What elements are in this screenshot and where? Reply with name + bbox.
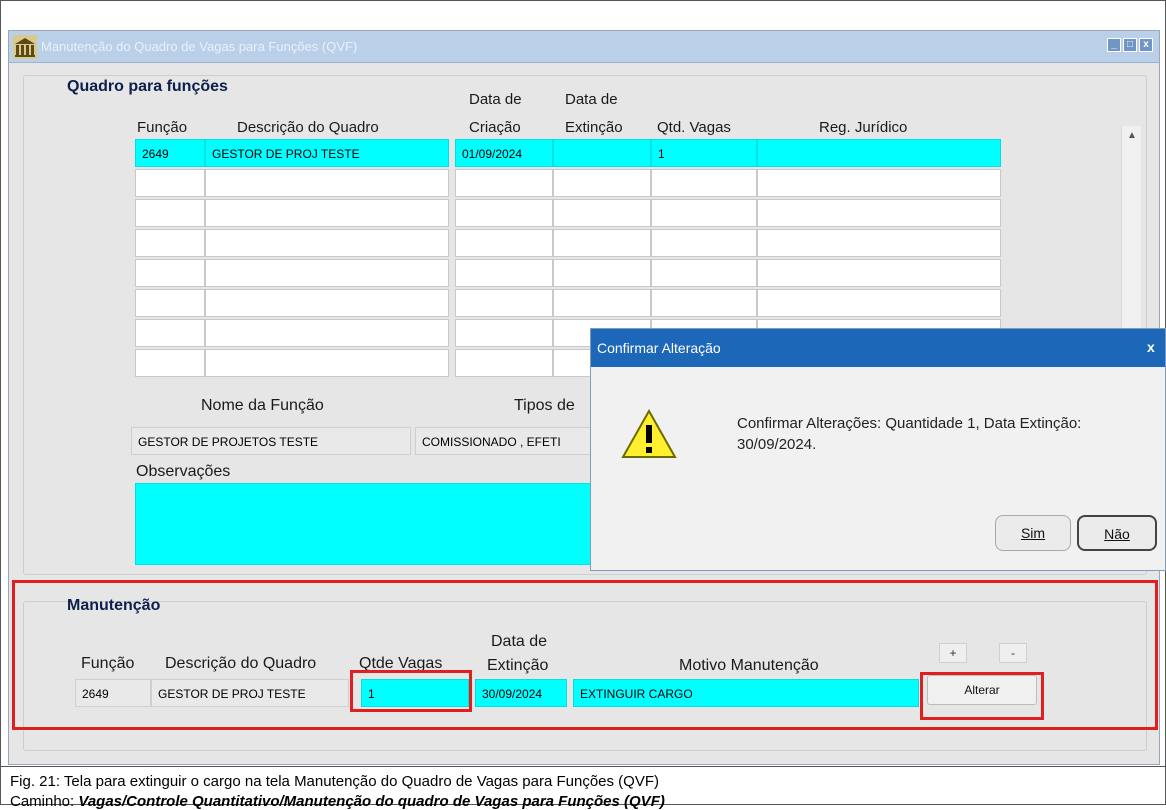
annotation-qtde-box [350, 670, 472, 712]
table-cell-empty[interactable] [651, 199, 757, 227]
table-cell-empty[interactable] [205, 289, 449, 317]
nao-label: Não [1104, 526, 1130, 542]
table-cell-empty[interactable] [651, 229, 757, 257]
table-cell-empty[interactable] [135, 349, 205, 377]
table-cell-empty[interactable] [553, 259, 651, 287]
dialog-title: Confirmar Alteração [591, 329, 1165, 367]
table-cell-empty[interactable] [135, 199, 205, 227]
table-cell-empty[interactable] [205, 229, 449, 257]
table-cell-data-criacao[interactable]: 01/09/2024 [455, 139, 553, 167]
caption-path: Vagas/Controle Quantitativo/Manutenção d… [78, 793, 665, 810]
table-cell-empty[interactable] [135, 229, 205, 257]
table-cell-empty[interactable] [455, 169, 553, 197]
header-qtd-vagas: Qtd. Vagas [657, 119, 731, 136]
building-icon [13, 35, 37, 59]
table-cell-empty[interactable] [757, 169, 1001, 197]
table-cell-empty[interactable] [455, 319, 553, 347]
sim-button[interactable]: Sim [995, 515, 1071, 551]
table-cell-empty[interactable] [757, 229, 1001, 257]
table-cell-empty[interactable] [455, 289, 553, 317]
tipos-field: COMISSIONADO , EFETI [415, 427, 595, 455]
table-cell-empty[interactable] [757, 289, 1001, 317]
caption-line-1: Fig. 21: Tela para extinguir o cargo na … [10, 773, 659, 790]
nome-funcao-label: Nome da Função [201, 397, 324, 414]
table-cell-empty[interactable] [455, 199, 553, 227]
warning-icon [621, 409, 677, 458]
nome-funcao-field: GESTOR DE PROJETOS TESTE [131, 427, 411, 455]
table-cell-empty[interactable] [757, 259, 1001, 287]
table-cell-empty[interactable] [135, 319, 205, 347]
close-button[interactable]: x [1139, 38, 1153, 52]
header-funcao: Função [137, 119, 188, 136]
tipos-label: Tipos de [514, 397, 575, 414]
minimize-button[interactable]: _ [1107, 38, 1121, 52]
maximize-button[interactable]: □ [1123, 38, 1137, 52]
table-cell-data-extincao[interactable] [553, 139, 651, 167]
table-cell-empty[interactable] [135, 289, 205, 317]
window-titlebar: Manutenção do Quadro de Vagas para Funçõ… [9, 31, 1159, 63]
table-cell-empty[interactable] [135, 169, 205, 197]
table-cell-empty[interactable] [205, 199, 449, 227]
caption-prefix: Caminho: [10, 793, 79, 810]
scroll-up-icon[interactable]: ▲ [1124, 128, 1140, 144]
dialog-close-icon[interactable]: x [1147, 339, 1161, 355]
table-cell-empty[interactable] [553, 169, 651, 197]
confirm-dialog: Confirmar Alteração x Confirmar Alteraçõ… [590, 328, 1166, 571]
table-cell-empty[interactable] [455, 229, 553, 257]
table-cell-empty[interactable] [205, 169, 449, 197]
observacoes-label: Observações [136, 463, 231, 480]
table-cell-empty[interactable] [135, 259, 205, 287]
header-reg-juridico: Reg. Jurídico [819, 119, 908, 136]
table-cell-descricao[interactable]: GESTOR DE PROJ TESTE [205, 139, 449, 167]
header-data-extincao-2: Extinção [565, 119, 623, 136]
table-cell-funcao[interactable]: 2649 [135, 139, 205, 167]
caption-divider [0, 766, 1166, 767]
table-cell-reg-juridico[interactable] [757, 139, 1001, 167]
table-cell-empty[interactable] [205, 349, 449, 377]
table-cell-empty[interactable] [553, 199, 651, 227]
dialog-message: Confirmar Alterações: Quantidade 1, Data… [737, 415, 1082, 453]
header-data-criacao-2: Criação [469, 119, 521, 136]
table-cell-empty[interactable] [651, 259, 757, 287]
quadro-section-title: Quadro para funções [67, 78, 228, 95]
header-descricao: Descrição do Quadro [237, 119, 379, 136]
nao-button[interactable]: Não [1077, 515, 1157, 551]
header-data-extincao-1: Data de [565, 91, 618, 108]
table-cell-empty[interactable] [205, 319, 449, 347]
table-cell-empty[interactable] [651, 289, 757, 317]
header-data-criacao-1: Data de [469, 91, 522, 108]
table-cell-empty[interactable] [757, 199, 1001, 227]
sim-label: Sim [1020, 525, 1046, 541]
observacoes-field[interactable] [135, 483, 595, 565]
table-cell-empty[interactable] [205, 259, 449, 287]
table-cell-qtd-vagas[interactable]: 1 [651, 139, 757, 167]
caption-line-2: Caminho: Vagas/Controle Quantitativo/Man… [10, 793, 665, 810]
table-cell-empty[interactable] [553, 229, 651, 257]
table-cell-empty[interactable] [455, 259, 553, 287]
window-title: Manutenção do Quadro de Vagas para Funçõ… [41, 39, 358, 54]
table-cell-empty[interactable] [553, 289, 651, 317]
table-cell-empty[interactable] [651, 169, 757, 197]
table-cell-empty[interactable] [455, 349, 553, 377]
annotation-alterar-box [920, 672, 1044, 720]
